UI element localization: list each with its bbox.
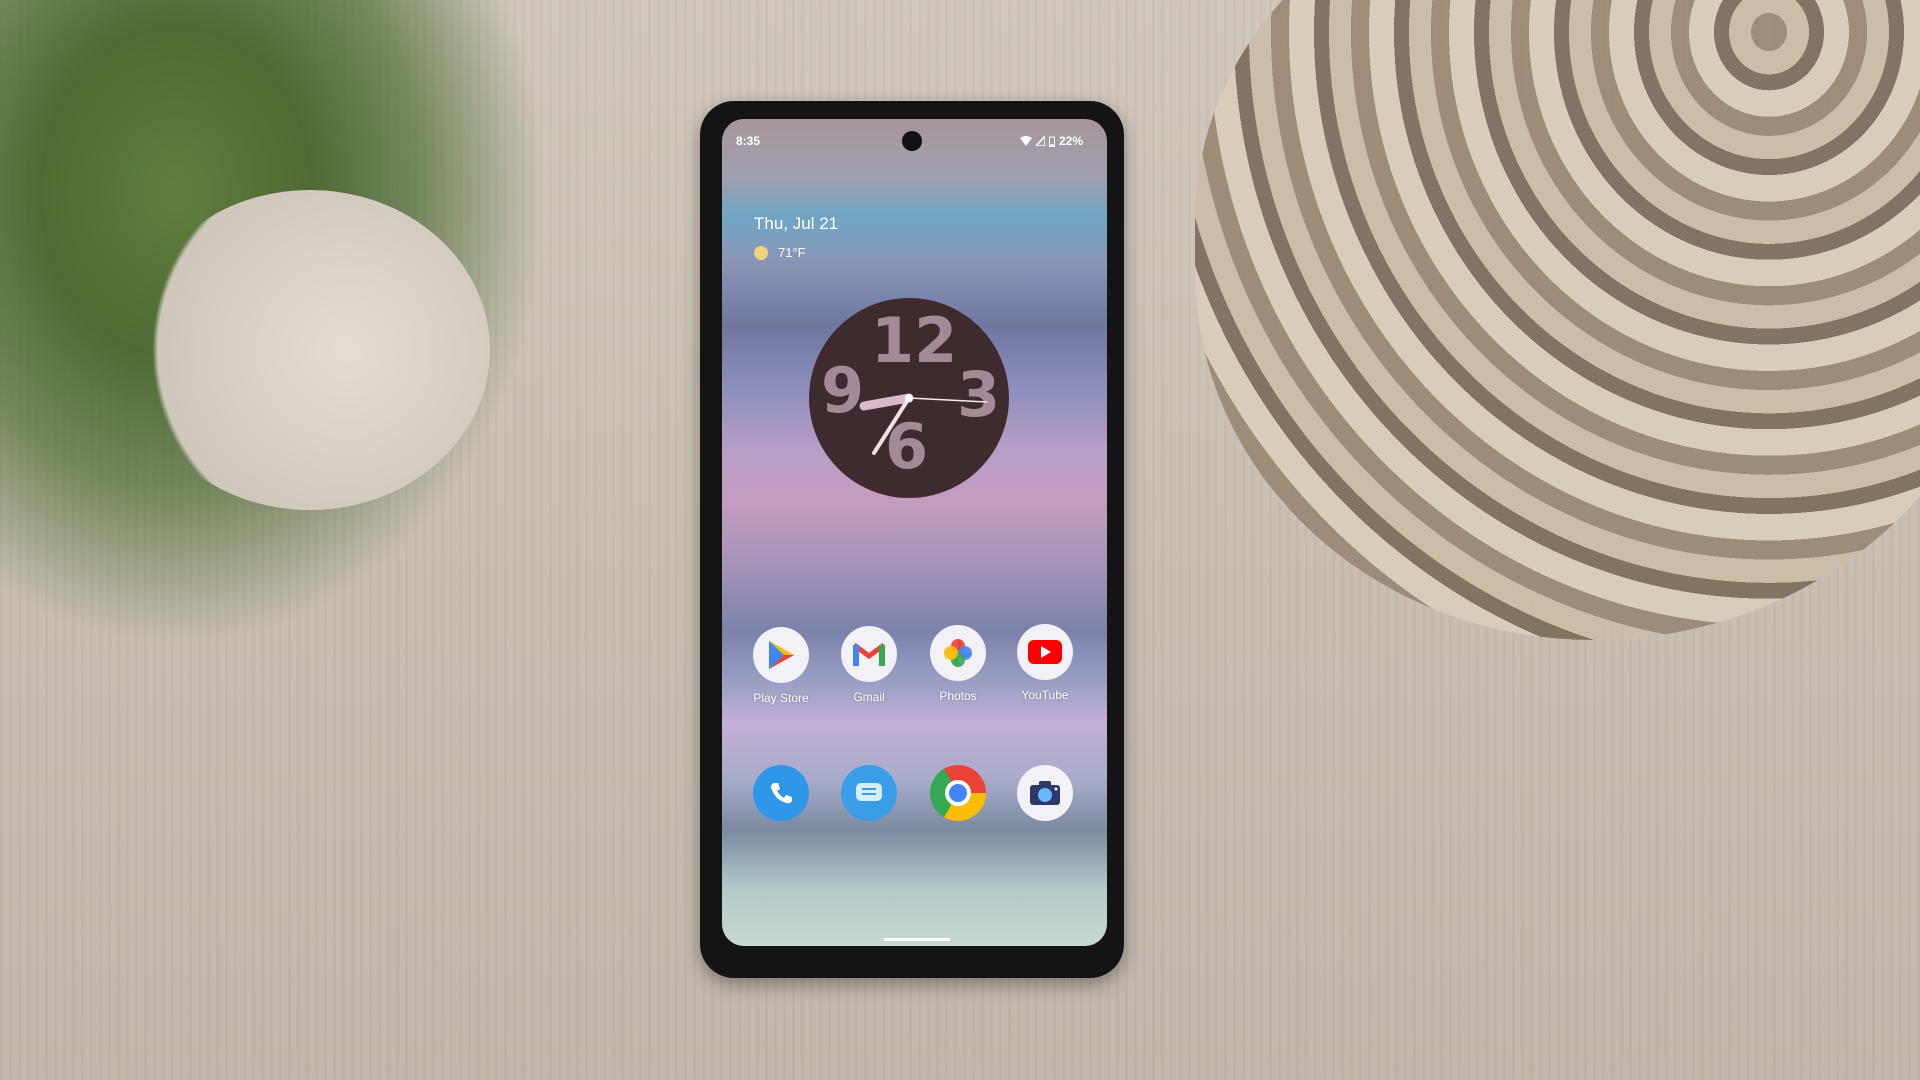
hour-hand <box>859 393 914 411</box>
clock-widget[interactable]: 12 3 6 9 <box>809 298 1009 498</box>
plant-pot <box>130 190 490 510</box>
temperature: 71°F <box>778 245 806 260</box>
messages-icon <box>841 765 897 821</box>
clock-hands <box>859 393 988 455</box>
dock-chrome[interactable] <box>918 765 998 821</box>
app-label: Play Store <box>753 691 809 705</box>
battery-icon <box>1048 136 1055 147</box>
sun-icon <box>754 245 768 260</box>
petrified-wood-decoration <box>1195 0 1920 640</box>
camera-icon <box>1017 765 1073 821</box>
front-camera <box>902 131 922 151</box>
wifi-icon <box>1019 136 1032 146</box>
app-label: Photos <box>939 689 977 703</box>
app-label: Gmail <box>853 690 885 704</box>
play-store-icon <box>753 627 809 683</box>
battery-percent: 22% <box>1058 134 1083 148</box>
app-play-store[interactable]: Play Store <box>741 627 821 705</box>
dock-camera[interactable] <box>1005 765 1085 821</box>
app-photos[interactable]: Photos <box>918 625 998 703</box>
app-youtube[interactable]: YouTube <box>1005 624 1085 702</box>
app-gmail[interactable]: Gmail <box>829 626 909 704</box>
second-hand <box>908 397 988 403</box>
phone: 8:35 22% Thu, Jul 21 71°F 12 3 6 9 Play … <box>700 101 1124 978</box>
weather-widget[interactable]: 71°F <box>754 245 806 260</box>
home-screen: 8:35 22% Thu, Jul 21 71°F 12 3 6 9 Play … <box>722 119 1107 946</box>
date-widget[interactable]: Thu, Jul 21 <box>754 214 838 234</box>
chrome-icon <box>930 765 986 821</box>
app-label: YouTube <box>1021 688 1069 702</box>
gmail-icon <box>841 626 897 682</box>
navigation-handle[interactable] <box>884 938 950 941</box>
dock-phone[interactable] <box>741 765 821 821</box>
youtube-icon <box>1017 624 1073 680</box>
status-time: 8:35 <box>736 134 761 148</box>
dock-messages[interactable] <box>829 765 909 821</box>
signal-icon <box>1035 136 1045 146</box>
photos-icon <box>930 625 986 681</box>
phone-icon <box>753 765 809 821</box>
status-icons: 22% <box>1019 134 1083 148</box>
